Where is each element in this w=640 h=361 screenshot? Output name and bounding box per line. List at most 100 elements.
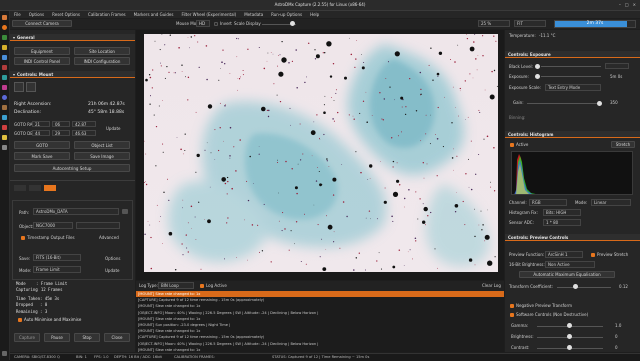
menu-item[interactable]: Help bbox=[310, 13, 319, 17]
exposure-section-header[interactable]: Controls: Exposure bbox=[505, 51, 640, 58]
maximize-icon[interactable]: □ bbox=[625, 2, 629, 7]
scale-display-knob[interactable] bbox=[290, 21, 295, 26]
path-field[interactable]: AstroDMx_DATA bbox=[33, 208, 119, 215]
mount-section-header[interactable]: ▾Controls: Mount bbox=[10, 71, 135, 78]
negative-preview-checkbox[interactable] bbox=[510, 304, 514, 308]
black-level-field[interactable] bbox=[605, 63, 629, 69]
goto-dec-minutes[interactable]: 29 bbox=[52, 130, 70, 136]
apps-grid-icon[interactable] bbox=[2, 351, 7, 356]
menu-item[interactable]: Markers and Guides bbox=[134, 13, 174, 17]
mount-tool-icon[interactable] bbox=[14, 82, 24, 92]
capture-mode-select[interactable]: Frame Limit bbox=[33, 266, 81, 273]
editor-icon[interactable] bbox=[2, 65, 7, 70]
preview-section-header[interactable]: Controls: Preview Controls bbox=[505, 234, 640, 241]
histogram-fix-select[interactable]: Bits: HIGH bbox=[543, 209, 581, 216]
archive-icon[interactable] bbox=[2, 105, 7, 110]
menu-item[interactable]: Calibration Frames bbox=[88, 13, 126, 17]
menu-item[interactable]: File bbox=[14, 13, 21, 17]
capture-tab-2[interactable] bbox=[29, 185, 41, 191]
log-active-checkbox[interactable] bbox=[200, 284, 204, 288]
goto-dec-degrees[interactable]: 44 bbox=[32, 130, 50, 136]
object-extra-field[interactable] bbox=[76, 222, 120, 229]
object-field[interactable]: NGC7000 bbox=[33, 222, 73, 229]
mode-update-button[interactable]: Update bbox=[105, 269, 120, 273]
transform-coefficient-slider[interactable] bbox=[557, 287, 611, 288]
goto-dec-seconds[interactable]: 46.63 bbox=[72, 130, 96, 136]
log-type-select[interactable]: BIN Loop bbox=[158, 282, 194, 289]
menu-item[interactable]: Options bbox=[29, 13, 44, 17]
exposure-scale-select[interactable]: Text Entry Mode bbox=[545, 84, 601, 91]
histogram-mode-select[interactable]: Linear bbox=[591, 199, 631, 206]
fit-select[interactable]: FIT bbox=[514, 20, 546, 27]
preview-stretch-checkbox[interactable] bbox=[591, 253, 595, 257]
save-format-select[interactable]: FITS (16-Bit) bbox=[33, 254, 81, 261]
capture-tab-1[interactable] bbox=[14, 185, 26, 191]
menu-item[interactable]: Reset Options bbox=[52, 13, 80, 17]
goto-ra-minutes[interactable]: 06 bbox=[52, 121, 70, 127]
save-image-button[interactable]: Save Image bbox=[74, 152, 130, 160]
menu-item[interactable]: Run-up Options bbox=[271, 13, 302, 17]
mount-settings-icon[interactable] bbox=[26, 82, 36, 92]
software-controls-checkbox[interactable] bbox=[510, 313, 514, 317]
gain-slider-knob[interactable] bbox=[597, 101, 602, 106]
firefox-icon[interactable] bbox=[2, 25, 7, 30]
goto-button[interactable]: GOTO bbox=[14, 141, 70, 149]
invert-checkbox[interactable] bbox=[214, 22, 218, 26]
image-viewport[interactable] bbox=[136, 30, 504, 280]
preview-function-select[interactable]: ArcSinH 1 bbox=[545, 251, 583, 258]
notes-icon[interactable] bbox=[2, 135, 7, 140]
camera-app-icon[interactable] bbox=[2, 55, 7, 60]
gamma-knob[interactable] bbox=[567, 323, 572, 328]
menu-item[interactable]: Filter Wheel (Experimental) bbox=[181, 13, 236, 17]
histogram-section-header[interactable]: Controls: Histogram bbox=[505, 131, 640, 138]
browser-icon[interactable] bbox=[2, 95, 7, 100]
close-icon[interactable]: × bbox=[633, 2, 636, 7]
indi-control-panel-button[interactable]: INDI Control Panel bbox=[14, 57, 70, 65]
site-location-button[interactable]: Site Location bbox=[74, 47, 130, 55]
update-coords-button[interactable]: Update bbox=[106, 127, 121, 131]
save-options-button[interactable]: Options bbox=[105, 257, 120, 261]
image-app-icon[interactable] bbox=[2, 75, 7, 80]
gain-slider[interactable] bbox=[527, 103, 601, 104]
mouse-mode-select[interactable]: HD bbox=[196, 20, 210, 27]
timestamp-checkbox[interactable] bbox=[21, 236, 25, 240]
channel-select[interactable]: RGB bbox=[529, 199, 567, 206]
trash-icon[interactable] bbox=[2, 145, 7, 150]
object-list-button[interactable]: Object List bbox=[74, 141, 130, 149]
connect-camera-button[interactable]: Connect Camera bbox=[12, 20, 72, 27]
goto-ra-seconds[interactable]: 42.87 bbox=[72, 121, 96, 127]
music-icon[interactable] bbox=[2, 85, 7, 90]
minimize-icon[interactable]: – bbox=[619, 2, 621, 7]
calendar-icon[interactable] bbox=[2, 125, 7, 130]
mail-icon[interactable] bbox=[2, 115, 7, 120]
indi-configuration-button[interactable]: INDI Configuration bbox=[74, 57, 130, 65]
equipment-button[interactable]: Equipment bbox=[14, 47, 70, 55]
zoom-select[interactable]: 25 % bbox=[478, 20, 510, 27]
close-button[interactable]: Close bbox=[104, 333, 130, 342]
histogram-stretch-button[interactable]: Stretch bbox=[611, 141, 635, 148]
capture-tab-3[interactable] bbox=[44, 185, 56, 191]
contrast-knob[interactable] bbox=[567, 345, 572, 350]
capture-button[interactable]: Capture bbox=[14, 333, 40, 342]
goto-ra-hours[interactable]: 21 bbox=[32, 121, 50, 127]
sensor-adc-select[interactable]: 1 * 80 bbox=[543, 219, 581, 226]
stop-button[interactable]: Stop bbox=[74, 333, 100, 342]
black-level-slider[interactable] bbox=[541, 66, 601, 67]
settings-icon[interactable] bbox=[2, 45, 7, 50]
brightness-knob[interactable] bbox=[567, 334, 572, 339]
folder-icon[interactable] bbox=[122, 209, 128, 214]
astro-image[interactable] bbox=[144, 34, 498, 272]
files-icon[interactable] bbox=[2, 15, 7, 20]
auto-max-equalisation-button[interactable]: Automatic Maximum Equalisation bbox=[519, 271, 615, 278]
terminal-icon[interactable] bbox=[2, 35, 7, 40]
exposure-slider-knob[interactable] bbox=[535, 74, 540, 79]
mark-save-button[interactable]: Mark Save bbox=[14, 152, 70, 160]
auto-minimise-checkbox[interactable] bbox=[18, 318, 22, 322]
black-level-slider-knob[interactable] bbox=[535, 64, 540, 69]
transform-coefficient-knob[interactable] bbox=[573, 284, 578, 289]
histogram-active-checkbox[interactable] bbox=[510, 143, 514, 147]
pause-button[interactable]: Pause bbox=[44, 333, 70, 342]
exposure-slider[interactable] bbox=[541, 76, 601, 77]
advanced-button[interactable]: Advanced bbox=[99, 236, 119, 240]
bit-brightness-select[interactable]: Non Active bbox=[545, 261, 595, 268]
